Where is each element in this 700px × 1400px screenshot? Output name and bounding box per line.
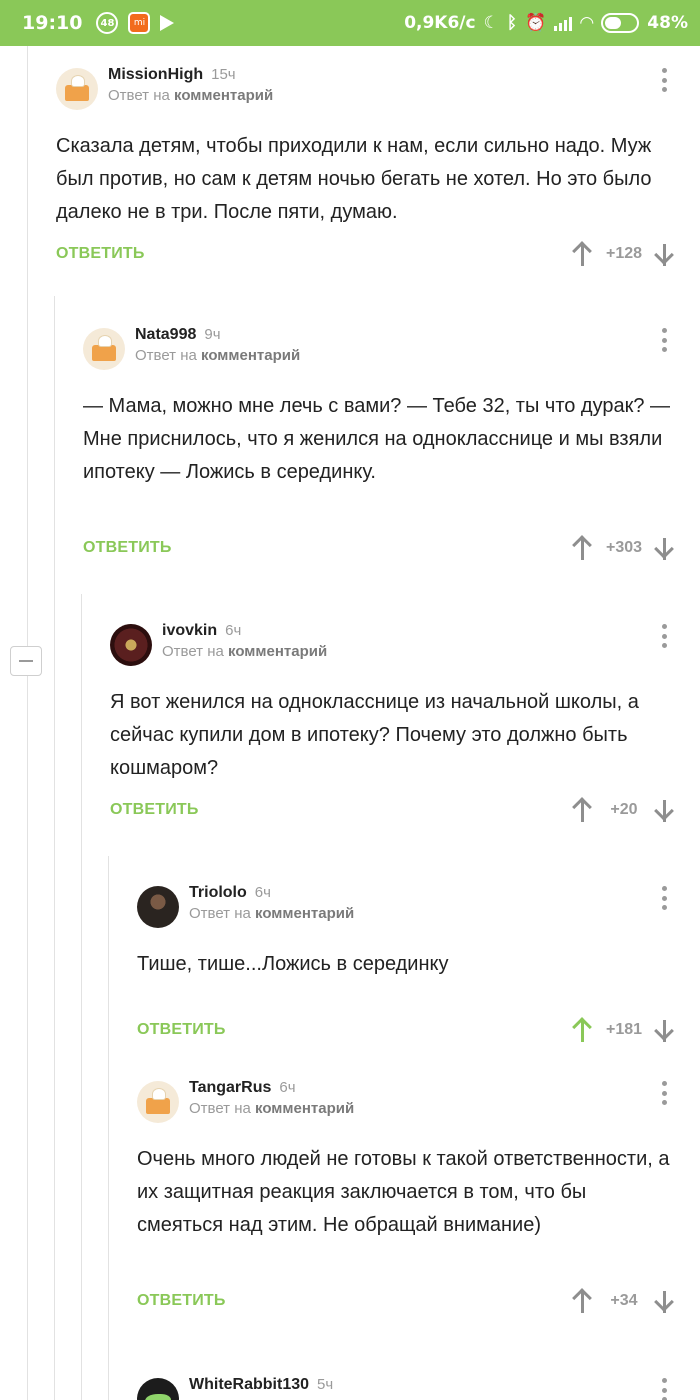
more-options-icon[interactable] <box>654 884 674 912</box>
comment-time: 9ч <box>204 326 221 343</box>
comment-text: Очень много людей не готовы к такой отве… <box>137 1148 670 1236</box>
comment-text: Сказала детям, чтобы приходили к нам, ес… <box>56 135 652 223</box>
rating-score: +181 <box>605 1021 643 1038</box>
comment: Nata998 9ч Ответ на комментарий — Мама, … <box>83 326 700 568</box>
reply-to: Ответ на комментарий <box>108 87 274 104</box>
username[interactable]: MissionHigh <box>108 66 203 84</box>
reply-button[interactable]: ОТВЕТИТЬ <box>137 1292 226 1310</box>
reply-button[interactable]: ОТВЕТИТЬ <box>56 245 145 263</box>
more-options-icon[interactable] <box>654 622 674 650</box>
upvote-arrow-icon[interactable] <box>570 1016 596 1044</box>
upvote-arrow-icon[interactable] <box>570 1287 596 1315</box>
upvote-arrow-icon[interactable] <box>570 796 596 824</box>
comment: TangarRus 6ч Ответ на комментарий Очень … <box>137 1079 700 1321</box>
username[interactable]: Nata998 <box>135 326 196 344</box>
more-options-icon[interactable] <box>654 1376 674 1400</box>
vote-controls: +303 <box>570 534 678 562</box>
vote-controls: +20 <box>570 796 678 824</box>
comment-text: — Мама, можно мне лечь с вами? — Тебе 32… <box>83 395 671 483</box>
user-avatar[interactable] <box>83 328 125 370</box>
collapse-thread-button[interactable] <box>10 646 42 676</box>
downvote-arrow-icon[interactable] <box>652 534 678 562</box>
reply-to: Ответ на комментарий <box>189 1100 355 1117</box>
comment-time: 6ч <box>254 884 271 901</box>
reply-to: Ответ на комментарий <box>135 347 301 364</box>
user-avatar[interactable] <box>137 1378 179 1400</box>
comment-text: Я вот женился на однокласснице из началь… <box>110 691 639 779</box>
comment-actions: ОТВЕТИТЬ +128 <box>56 234 700 274</box>
comment-time: 5ч <box>317 1376 334 1393</box>
bluetooth-icon: ᛒ <box>506 13 518 33</box>
comment: WhiteRabbit130 5ч <box>137 1376 700 1400</box>
comment-actions: ОТВЕТИТЬ +303 <box>83 528 700 568</box>
signal-icon <box>554 15 573 31</box>
rating-score: +20 <box>610 801 638 818</box>
comment-time: 6ч <box>279 1079 296 1096</box>
comment-time: 15ч <box>211 66 236 83</box>
reply-button[interactable]: ОТВЕТИТЬ <box>137 1021 226 1039</box>
status-time: 19:10 <box>22 12 83 34</box>
more-options-icon[interactable] <box>654 1079 674 1107</box>
battery-percent: 48% <box>647 13 688 33</box>
user-avatar[interactable] <box>137 1081 179 1123</box>
comment-time: 6ч <box>225 622 242 639</box>
mi-app-icon: mi <box>128 12 151 34</box>
rating-score: +128 <box>605 245 643 262</box>
username[interactable]: TangarRus <box>189 1079 271 1097</box>
reply-to: Ответ на комментарий <box>189 905 355 922</box>
reply-to: Ответ на комментарий <box>162 643 328 660</box>
more-options-icon[interactable] <box>654 326 674 354</box>
downvote-arrow-icon[interactable] <box>652 1287 678 1315</box>
alarm-icon: ⏰ <box>525 13 547 33</box>
downvote-arrow-icon[interactable] <box>652 796 678 824</box>
reply-to-link[interactable]: комментарий <box>228 643 327 660</box>
vote-controls: +128 <box>570 240 678 268</box>
notification-badge-icon: 48 <box>96 12 119 34</box>
upvote-arrow-icon[interactable] <box>570 534 596 562</box>
battery-icon <box>601 13 640 33</box>
username[interactable]: WhiteRabbit130 <box>189 1376 309 1394</box>
thread-line <box>81 594 82 1400</box>
comment-text: Тише, тише...Ложись в серединку <box>137 953 449 975</box>
comment-actions: ОТВЕТИТЬ +181 <box>137 1010 700 1050</box>
reply-to-link[interactable]: комментарий <box>255 1100 354 1117</box>
reply-button[interactable]: ОТВЕТИТЬ <box>83 539 172 557</box>
rating-score: +303 <box>605 539 643 556</box>
reply-button[interactable]: ОТВЕТИТЬ <box>110 801 199 819</box>
comment-actions: ОТВЕТИТЬ +20 <box>110 790 700 830</box>
comment: MissionHigh 15ч Ответ на комментарий Ска… <box>56 66 700 274</box>
comment: ivovkin 6ч Ответ на комментарий Я вот же… <box>110 622 700 830</box>
comment-actions: ОТВЕТИТЬ +34 <box>137 1281 700 1321</box>
play-store-icon <box>160 15 175 31</box>
user-avatar[interactable] <box>137 886 179 928</box>
more-options-icon[interactable] <box>654 66 674 94</box>
comment-thread: MissionHigh 15ч Ответ на комментарий Ска… <box>0 46 700 1400</box>
username[interactable]: ivovkin <box>162 622 217 640</box>
reply-to-link[interactable]: комментарий <box>255 905 354 922</box>
thread-line <box>54 296 55 1400</box>
vote-controls: +181 <box>570 1016 678 1044</box>
user-avatar[interactable] <box>56 68 98 110</box>
downvote-arrow-icon[interactable] <box>652 1016 678 1044</box>
upvote-arrow-icon[interactable] <box>570 240 596 268</box>
wifi-icon: ◠ <box>580 13 594 33</box>
moon-icon: ☾ <box>483 13 499 33</box>
thread-line <box>108 856 109 1400</box>
vote-controls: +34 <box>570 1287 678 1315</box>
downvote-arrow-icon[interactable] <box>652 240 678 268</box>
user-avatar[interactable] <box>110 624 152 666</box>
network-speed: 0,9K6/c <box>404 13 476 33</box>
username[interactable]: Triololo <box>189 884 247 902</box>
reply-to-link[interactable]: комментарий <box>201 347 300 364</box>
status-bar: 19:10 48 mi 0,9K6/c ☾ ᛒ ⏰ ◠ 48% <box>0 0 700 46</box>
reply-to-link[interactable]: комментарий <box>174 87 273 104</box>
thread-line <box>27 46 28 1400</box>
rating-score: +34 <box>610 1292 638 1309</box>
comment: Triololo 6ч Ответ на комментарий Тише, т… <box>137 884 700 1050</box>
